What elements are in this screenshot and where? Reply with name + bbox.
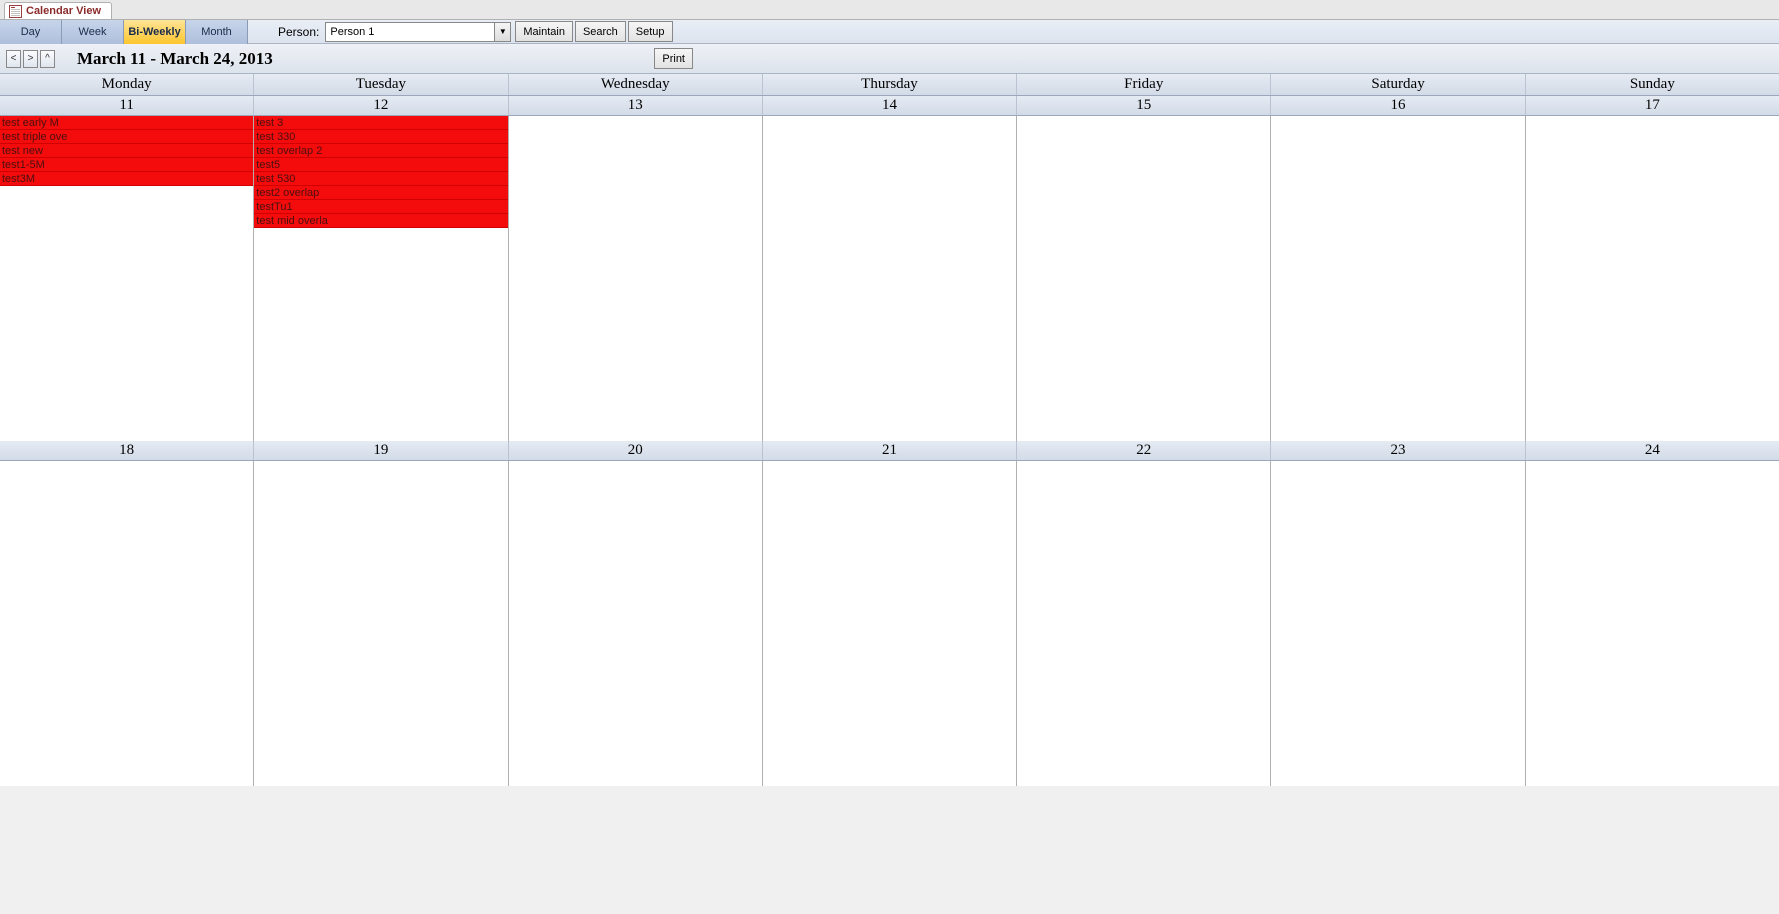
caret-up-icon: ^ bbox=[45, 53, 50, 64]
date-range-label: March 11 - March 24, 2013 bbox=[77, 49, 273, 69]
date-number-cell[interactable]: 19 bbox=[254, 441, 508, 460]
view-tab-biweekly[interactable]: Bi-Weekly bbox=[124, 20, 186, 44]
day-header-cell: Tuesday bbox=[254, 74, 508, 95]
maintain-button[interactable]: Maintain bbox=[515, 21, 573, 42]
view-tab-week[interactable]: Week bbox=[62, 20, 124, 44]
view-tab-month[interactable]: Month bbox=[186, 20, 248, 44]
calendar-event[interactable]: test mid overla bbox=[254, 214, 507, 228]
next-button[interactable]: > bbox=[23, 50, 38, 68]
day-cell[interactable] bbox=[763, 116, 1017, 441]
person-dropdown-button[interactable]: ▼ bbox=[495, 22, 511, 42]
day-cell[interactable] bbox=[1017, 116, 1271, 441]
day-header-cell: Saturday bbox=[1271, 74, 1525, 95]
person-label: Person: bbox=[278, 25, 325, 39]
day-cell[interactable] bbox=[763, 461, 1017, 786]
print-button[interactable]: Print bbox=[654, 48, 693, 69]
calendar-event[interactable]: test 3 bbox=[254, 116, 507, 130]
chevron-down-icon: ▼ bbox=[499, 27, 507, 36]
day-cell[interactable]: test early Mtest triple ovetest newtest1… bbox=[0, 116, 254, 441]
search-button[interactable]: Search bbox=[575, 21, 626, 42]
day-cell[interactable] bbox=[509, 116, 763, 441]
chevron-right-icon: > bbox=[28, 53, 34, 64]
document-tab-strip: Calendar View bbox=[0, 0, 1779, 20]
day-cell[interactable] bbox=[1017, 461, 1271, 786]
date-number-cell[interactable]: 15 bbox=[1017, 96, 1271, 115]
week-body-row bbox=[0, 461, 1779, 786]
date-number-row: 18192021222324 bbox=[0, 441, 1779, 461]
document-tab-calendar-view[interactable]: Calendar View bbox=[4, 2, 112, 19]
day-header-row: MondayTuesdayWednesdayThursdayFridaySatu… bbox=[0, 74, 1779, 96]
calendar-event[interactable]: testTu1 bbox=[254, 200, 507, 214]
calendar-grid: MondayTuesdayWednesdayThursdayFridaySatu… bbox=[0, 74, 1779, 786]
week-body-row: test early Mtest triple ovetest newtest1… bbox=[0, 116, 1779, 441]
calendar-event[interactable]: test new bbox=[0, 144, 253, 158]
day-cell[interactable] bbox=[1271, 116, 1525, 441]
day-header-cell: Thursday bbox=[763, 74, 1017, 95]
day-cell[interactable]: test 3test 330test overlap 2test5test 53… bbox=[254, 116, 508, 441]
day-cell[interactable] bbox=[1271, 461, 1525, 786]
day-cell[interactable] bbox=[254, 461, 508, 786]
calendar-event[interactable]: test triple ove bbox=[0, 130, 253, 144]
date-number-cell[interactable]: 18 bbox=[0, 441, 254, 460]
calendar-event[interactable]: test early M bbox=[0, 116, 253, 130]
person-combobox: ▼ bbox=[325, 22, 511, 42]
calendar-event[interactable]: test3M bbox=[0, 172, 253, 186]
day-cell[interactable] bbox=[0, 461, 254, 786]
calendar-event[interactable]: test5 bbox=[254, 158, 507, 172]
calendar-event[interactable]: test 330 bbox=[254, 130, 507, 144]
date-number-row: 11121314151617 bbox=[0, 96, 1779, 116]
date-number-cell[interactable]: 13 bbox=[509, 96, 763, 115]
date-number-cell[interactable]: 17 bbox=[1526, 96, 1779, 115]
day-header-cell: Wednesday bbox=[509, 74, 763, 95]
day-header-cell: Friday bbox=[1017, 74, 1271, 95]
chevron-left-icon: < bbox=[11, 53, 17, 64]
date-number-cell[interactable]: 14 bbox=[763, 96, 1017, 115]
person-input[interactable] bbox=[325, 22, 495, 42]
date-number-cell[interactable]: 22 bbox=[1017, 441, 1271, 460]
date-number-cell[interactable]: 11 bbox=[0, 96, 254, 115]
date-number-cell[interactable]: 21 bbox=[763, 441, 1017, 460]
calendar-event[interactable]: test overlap 2 bbox=[254, 144, 507, 158]
day-header-cell: Sunday bbox=[1526, 74, 1779, 95]
navigation-bar: < > ^ March 11 - March 24, 2013 Print bbox=[0, 44, 1779, 74]
calendar-event[interactable]: test2 overlap bbox=[254, 186, 507, 200]
day-cell[interactable] bbox=[509, 461, 763, 786]
calendar-event[interactable]: test 530 bbox=[254, 172, 507, 186]
calendar-event[interactable]: test1-5M bbox=[0, 158, 253, 172]
setup-button[interactable]: Setup bbox=[628, 21, 673, 42]
date-number-cell[interactable]: 16 bbox=[1271, 96, 1525, 115]
view-tab-day[interactable]: Day bbox=[0, 20, 62, 44]
up-button[interactable]: ^ bbox=[40, 50, 55, 68]
view-toolbar: Day Week Bi-Weekly Month Person: ▼ Maint… bbox=[0, 20, 1779, 44]
day-cell[interactable] bbox=[1526, 461, 1779, 786]
date-number-cell[interactable]: 24 bbox=[1526, 441, 1779, 460]
prev-button[interactable]: < bbox=[6, 50, 21, 68]
date-number-cell[interactable]: 12 bbox=[254, 96, 508, 115]
day-cell[interactable] bbox=[1526, 116, 1779, 441]
day-header-cell: Monday bbox=[0, 74, 254, 95]
access-form-icon bbox=[9, 4, 22, 18]
document-tab-label: Calendar View bbox=[26, 5, 101, 17]
date-number-cell[interactable]: 20 bbox=[509, 441, 763, 460]
date-number-cell[interactable]: 23 bbox=[1271, 441, 1525, 460]
